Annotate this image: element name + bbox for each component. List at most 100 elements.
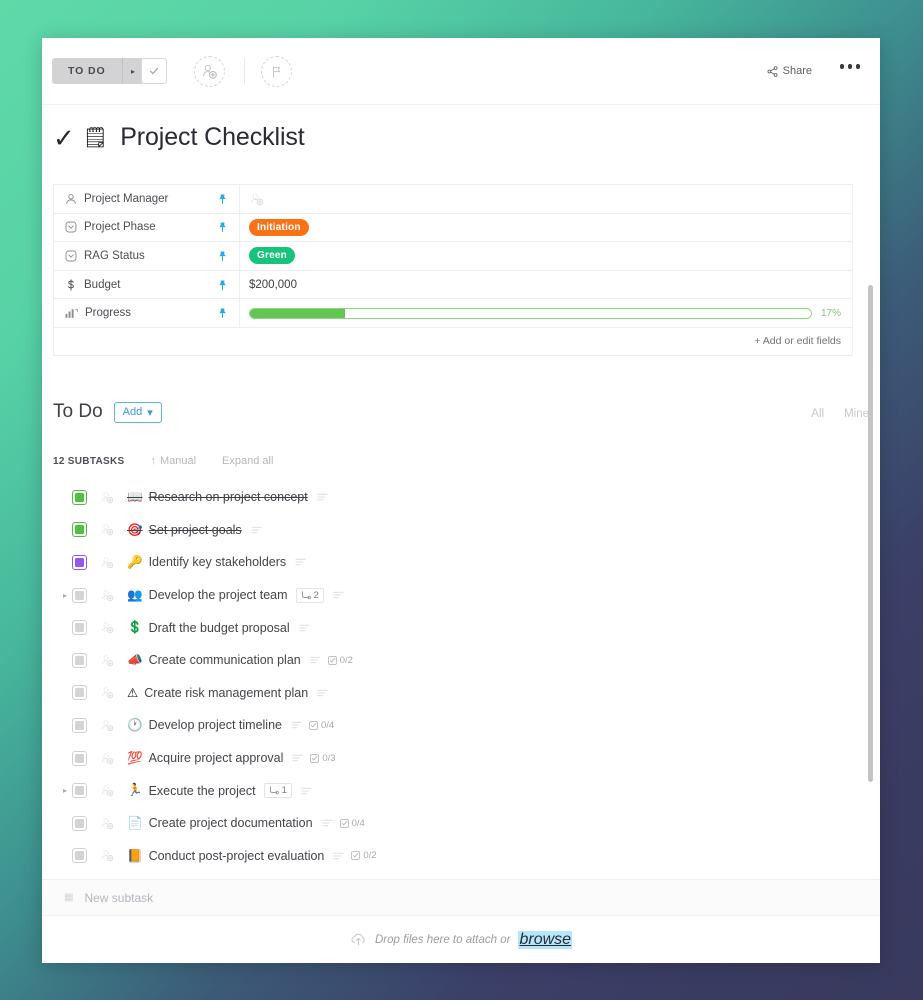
add-or-edit-fields-button[interactable]: + Add or edit fields: [54, 328, 852, 356]
subtask-name[interactable]: Develop project timeline: [149, 718, 282, 732]
subtask-count-chip[interactable]: 2: [295, 587, 324, 603]
subtask-assignee-icon[interactable]: [100, 816, 115, 831]
title-check-icon[interactable]: ✓: [53, 125, 75, 151]
pin-icon[interactable]: [218, 308, 227, 319]
dropdown-icon: [65, 221, 77, 233]
new-subtask-input[interactable]: [84, 890, 385, 905]
pin-icon[interactable]: [218, 222, 227, 233]
new-subtask-row[interactable]: ▦: [42, 879, 880, 915]
subtask-name[interactable]: Acquire project approval: [149, 751, 284, 765]
status-square: [75, 525, 84, 535]
progress-bar[interactable]: 17%: [249, 307, 852, 319]
subtask-name[interactable]: Research on project concept: [149, 490, 308, 504]
field-label: Progress: [85, 307, 132, 320]
subtask-assignee-icon[interactable]: [100, 620, 115, 635]
subtask-row[interactable]: 📣 Create communication plan 0/2: [42, 644, 880, 677]
subtask-status-checkbox[interactable]: [72, 783, 87, 799]
subtask-status-checkbox[interactable]: [72, 620, 87, 636]
subtask-row[interactable]: 🔑 Identify key stakeholders: [42, 546, 880, 579]
subtask-row[interactable]: 📙 Conduct post-project evaluation 0/2: [42, 840, 880, 873]
pin-icon[interactable]: [218, 250, 227, 261]
subtask-row[interactable]: 🎯 Set project goals: [42, 514, 880, 547]
subtask-emoji-icon: 🔑: [127, 555, 143, 570]
description-icon: [317, 493, 328, 501]
checklist-badge[interactable]: 0/3: [310, 753, 336, 764]
browse-link[interactable]: browse: [518, 930, 573, 949]
subtask-name[interactable]: Execute the project: [149, 784, 256, 798]
subtask-status-checkbox[interactable]: [72, 848, 87, 864]
subtask-assignee-icon[interactable]: [100, 555, 115, 570]
status-badge[interactable]: Initiation: [249, 218, 309, 236]
subtask-assignee-icon[interactable]: [100, 522, 115, 537]
add-assignee-icon[interactable]: [249, 191, 265, 207]
expand-all-button[interactable]: Expand all: [222, 455, 273, 467]
pin-icon[interactable]: [218, 193, 227, 204]
subtask-row[interactable]: ▸ 🏃 Execute the project 1: [42, 774, 880, 807]
subtask-status-checkbox[interactable]: [72, 717, 87, 733]
more-options-button[interactable]: [836, 60, 865, 73]
subtask-assignee-icon[interactable]: [100, 685, 115, 700]
status-badge[interactable]: Green: [249, 247, 295, 265]
subtask-status-checkbox[interactable]: [72, 489, 87, 505]
subtask-row[interactable]: 📄 Create project documentation 0/4: [42, 807, 880, 840]
status-dropdown[interactable]: TO DO ▸: [52, 58, 144, 84]
subtask-assignee-icon[interactable]: [100, 490, 115, 505]
subtask-status-checkbox[interactable]: [72, 522, 87, 538]
checklist-badge[interactable]: 0/4: [309, 720, 334, 731]
subtask-row[interactable]: ▸ 👥 Develop the project team 2: [42, 579, 880, 612]
subtask-name[interactable]: Create project documentation: [149, 816, 313, 830]
subtask-assignee-icon[interactable]: [100, 783, 115, 798]
subtask-row[interactable]: 🕐 Develop project timeline 0/4: [42, 709, 880, 742]
subtask-name[interactable]: Draft the budget proposal: [149, 621, 290, 635]
field-value-cell[interactable]: Initiation: [240, 214, 852, 242]
person-icon: [65, 193, 77, 205]
share-button[interactable]: Share: [756, 59, 822, 83]
expand-subtask-icon[interactable]: ▸: [58, 786, 72, 795]
subtask-status-checkbox[interactable]: [72, 685, 87, 701]
vertical-scrollbar[interactable]: [868, 285, 873, 782]
subtask-row[interactable]: 💯 Acquire project approval 0/3: [42, 742, 880, 775]
subtask-assignee-icon[interactable]: [100, 718, 115, 733]
status-square: [75, 590, 84, 600]
set-priority-button[interactable]: [261, 56, 292, 87]
field-row-budget: Budget $200,000: [54, 270, 852, 300]
subtask-status-checkbox[interactable]: [72, 587, 87, 603]
field-value-cell[interactable]: 17%: [240, 299, 852, 327]
task-title[interactable]: Project Checklist: [120, 123, 305, 152]
checklist-badge[interactable]: 0/2: [327, 655, 353, 666]
subtask-name[interactable]: Create risk management plan: [144, 686, 308, 700]
field-value-cell[interactable]: $200,000: [240, 271, 852, 299]
status-square: [75, 786, 84, 796]
subtask-row[interactable]: 💲 Draft the budget proposal: [42, 611, 880, 644]
subtask-name[interactable]: Develop the project team: [149, 588, 288, 602]
filter-mine[interactable]: Mine: [844, 408, 869, 420]
subtask-name[interactable]: Conduct post-project evaluation: [149, 849, 325, 863]
subtask-row[interactable]: 📖 Research on project concept: [42, 481, 880, 514]
subtask-assignee-icon[interactable]: [100, 653, 115, 668]
subtask-row[interactable]: ⚠ Create risk management plan: [42, 677, 880, 710]
subtask-assignee-icon[interactable]: [100, 588, 115, 603]
subtask-name[interactable]: Identify key stakeholders: [149, 555, 287, 569]
subtask-status-checkbox[interactable]: [72, 750, 87, 766]
subtask-name[interactable]: Create communication plan: [149, 653, 301, 667]
pin-icon[interactable]: [218, 279, 227, 290]
filter-all[interactable]: All: [811, 408, 824, 420]
expand-subtask-icon[interactable]: ▸: [58, 591, 72, 600]
sort-button[interactable]: ↑ Manual: [150, 455, 196, 467]
subtask-count-chip[interactable]: 1: [263, 783, 292, 799]
description-icon: [292, 754, 303, 762]
subtask-status-checkbox[interactable]: [72, 815, 87, 831]
mark-complete-button[interactable]: [141, 58, 167, 84]
checklist-badge[interactable]: 0/2: [351, 850, 377, 861]
subtask-assignee-icon[interactable]: [100, 848, 115, 863]
add-assignee-button[interactable]: [194, 56, 225, 87]
field-value-cell[interactable]: Green: [240, 242, 852, 270]
subtask-status-checkbox[interactable]: [72, 652, 87, 668]
field-value-cell[interactable]: [240, 185, 852, 213]
subtask-assignee-icon[interactable]: [100, 751, 115, 766]
subtask-name[interactable]: Set project goals: [149, 523, 242, 537]
file-dropzone[interactable]: Drop files here to attach or browse: [42, 915, 880, 963]
subtask-status-checkbox[interactable]: [72, 554, 87, 570]
checklist-badge[interactable]: 0/4: [339, 818, 365, 829]
add-subtask-button[interactable]: Add ▾: [113, 401, 162, 423]
